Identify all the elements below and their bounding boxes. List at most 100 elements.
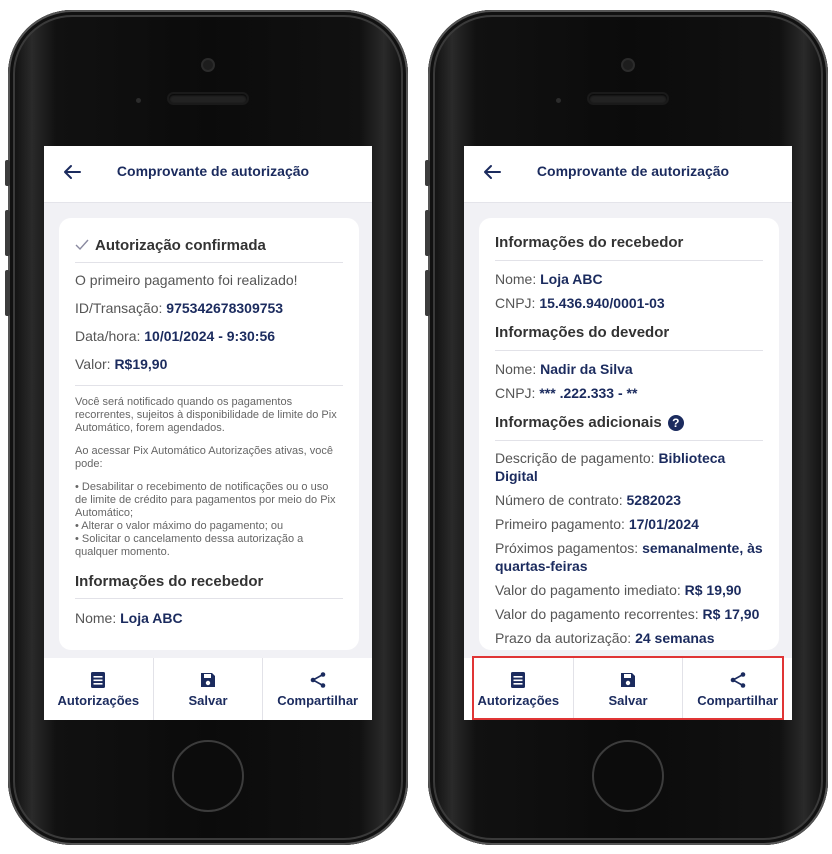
info-line: Primeiro pagamento: 17/01/2024 [495, 515, 763, 533]
save-button[interactable]: Salvar [574, 658, 684, 720]
info-label: Valor: [75, 356, 115, 372]
info-label: Primeiro pagamento: [495, 516, 629, 533]
receiver-name: Loja ABC [540, 271, 603, 287]
notice-bullet: • Desabilitar o recebimento de notificaç… [75, 481, 336, 519]
phone-right: Comprovante de autorização Informações d… [425, 10, 828, 845]
front-camera [203, 60, 213, 70]
info-line: Descrição de pagamento: Biblioteca Digit… [495, 449, 763, 485]
save-icon [201, 672, 215, 687]
info-line: ID/Transação: 975342678309753 [75, 299, 343, 317]
info-label: ID/Transação: [75, 300, 167, 316]
info-label: O primeiro pagamento foi realizado! [75, 272, 298, 288]
info-line: Nome: Loja ABC [75, 599, 343, 627]
info-label: Descrição de pagamento: [495, 450, 659, 467]
authorizations-label: Autorizações [477, 692, 560, 708]
info-line: Prazo da autorização: 24 semanas [495, 629, 763, 647]
info-label: Próximos pagamentos: [495, 540, 643, 557]
first-payment-date: 17/01/2024 [628, 516, 699, 533]
mute-switch [5, 160, 10, 186]
top-bar: Comprovante de autorização [44, 146, 372, 203]
home-button[interactable] [172, 740, 244, 812]
section-additional-title: Informações adicionais? [495, 410, 763, 440]
phone-left: Comprovante de autorização Autorização c… [5, 10, 408, 845]
save-icon [621, 672, 635, 687]
info-line: Número de contrato: 5282023 [495, 491, 763, 509]
volume-down-button [5, 270, 10, 316]
info-line: O primeiro pagamento foi realizado! [75, 271, 343, 289]
share-label: Compartilhar [697, 692, 779, 708]
authorizations-button[interactable]: Autorizações [464, 658, 574, 720]
sensor-dot [136, 98, 141, 103]
transaction-id: 975342678309753 [166, 300, 284, 316]
contract-number: 5282023 [626, 492, 682, 509]
action-bar: Autorizações Salvar Compartilhar [464, 658, 792, 720]
share-label: Compartilhar [277, 692, 359, 708]
mute-switch [425, 160, 430, 186]
share-button[interactable]: Compartilhar [263, 658, 372, 720]
earpiece-speaker [169, 94, 247, 103]
front-camera [623, 60, 633, 70]
notice-text: Ao acessar Pix Automático Autorizações a… [75, 445, 334, 470]
save-button[interactable]: Salvar [154, 658, 264, 720]
receiver-cnpj: 15.436.940/0001-03 [539, 295, 665, 311]
info-label: CNPJ: [495, 295, 540, 311]
info-line: CNPJ: *** .222.333 - ** [495, 384, 763, 402]
authorizations-button[interactable]: Autorizações [44, 658, 154, 720]
immediate-payment-value: R$ 19,90 [684, 582, 742, 599]
screen-right: Comprovante de autorização Informações d… [464, 146, 792, 720]
info-line: Valor do pagamento imediato: R$ 19,90 [495, 581, 763, 599]
receipt-card: Autorização confirmada O primeiro pagame… [59, 218, 359, 650]
notice-bullet: • Solicitar o cancelamento dessa autoriz… [75, 533, 304, 558]
info-label: Nome: [495, 361, 541, 377]
debtor-cnpj: *** .222.333 - ** [539, 385, 638, 401]
info-label: Valor do pagamento recorrentes: [495, 606, 703, 623]
info-label: Nome: [75, 610, 121, 626]
amount-value: R$19,90 [114, 356, 168, 372]
list-icon [91, 671, 106, 688]
save-label: Salvar [608, 692, 648, 708]
debtor-name: Nadir da Silva [540, 361, 633, 377]
action-bar: Autorizações Salvar Compartilhar [44, 658, 372, 720]
section-receiver-title: Informações do recebedor [495, 234, 684, 251]
info-label: Número de contrato: [495, 492, 627, 509]
authorizations-label: Autorizações [57, 692, 140, 708]
info-line: Valor do pagamento recorrentes: R$ 17,90 [495, 605, 763, 623]
notice-text: Você será notificado quando os pagamento… [75, 396, 337, 434]
share-button[interactable]: Compartilhar [683, 658, 792, 720]
check-icon [75, 239, 89, 251]
share-icon [730, 671, 745, 688]
info-label: Prazo da autorização: [495, 630, 636, 647]
status-text: Autorização confirmada [95, 236, 266, 254]
section-receiver-title: Informações do recebedor [75, 573, 264, 590]
save-label: Salvar [188, 692, 228, 708]
volume-down-button [425, 270, 430, 316]
receipt-card: Informações do recebedor Nome: Loja ABC … [479, 218, 779, 650]
receiver-name: Loja ABC [120, 610, 183, 626]
recurring-payment-value: R$ 17,90 [702, 606, 760, 623]
home-button[interactable] [592, 740, 664, 812]
section-debtor-title: Informações do devedor [495, 324, 670, 341]
status-row: Autorização confirmada [75, 228, 343, 262]
top-bar: Comprovante de autorização [464, 146, 792, 203]
help-icon[interactable]: ? [667, 415, 684, 432]
info-line: Nome: Nadir da Silva [495, 351, 763, 378]
info-label: Nome: [495, 271, 541, 287]
volume-up-button [5, 210, 10, 256]
share-icon [310, 671, 325, 688]
info-label: Data/hora: [75, 328, 145, 344]
authorization-term: 24 semanas [635, 630, 715, 647]
info-label: CNPJ: [495, 385, 540, 401]
info-line: Data/hora: 10/01/2024 - 9:30:56 [75, 327, 343, 345]
info-label: Valor do pagamento imediato: [495, 582, 685, 599]
datetime-value: 10/01/2024 - 9:30:56 [144, 328, 276, 344]
info-line: CNPJ: 15.436.940/0001-03 [495, 294, 763, 312]
info-line: Nome: Loja ABC [495, 261, 763, 288]
info-line: Valor: R$19,90 [75, 355, 343, 373]
sensor-dot [556, 98, 561, 103]
volume-up-button [425, 210, 430, 256]
list-icon [511, 671, 526, 688]
notice-bullet: • Alterar o valor máximo do pagamento; o… [75, 520, 284, 532]
section-additional-label: Informações adicionais [495, 414, 662, 431]
page-title: Comprovante de autorização [116, 163, 310, 179]
info-line: Próximos pagamentos: semanalmente, às qu… [495, 539, 763, 575]
